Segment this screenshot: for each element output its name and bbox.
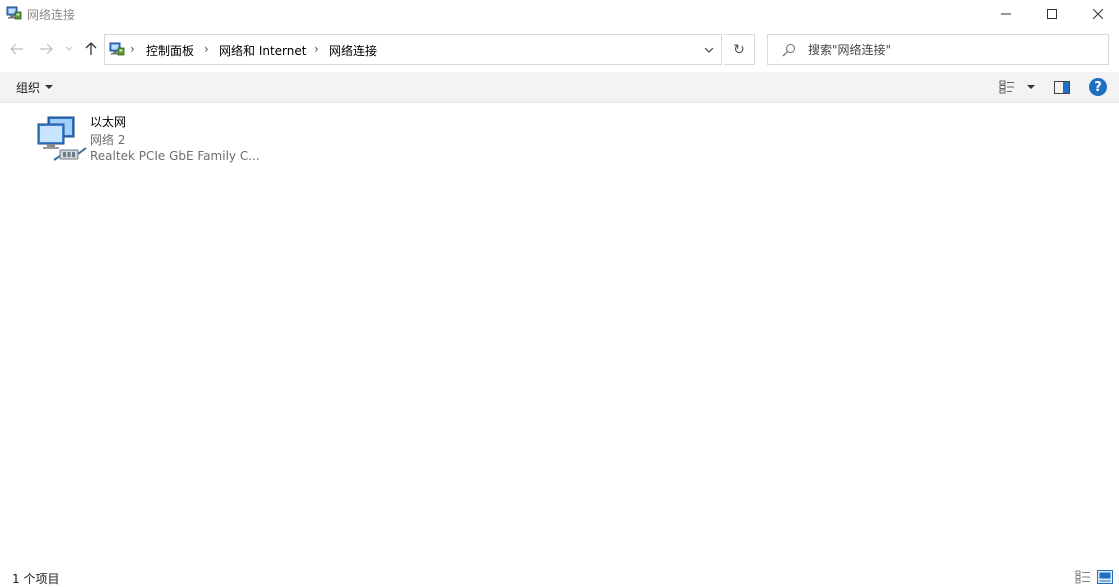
- maximize-button[interactable]: [1029, 0, 1075, 28]
- help-button[interactable]: ?: [1087, 76, 1109, 98]
- address-bar[interactable]: › 控制面板 › 网络和 Internet › 网络连接: [104, 34, 722, 65]
- address-history-button[interactable]: [696, 34, 722, 65]
- minimize-icon: [1001, 13, 1011, 15]
- window-title: 网络连接: [27, 8, 76, 22]
- connections-list: 以太网 网络 2 Realtek PCIe GbE Family C...: [0, 104, 1119, 566]
- caret-down-icon: [45, 85, 54, 89]
- forward-button[interactable]: [35, 38, 57, 60]
- up-arrow-icon: [85, 42, 97, 55]
- search-box[interactable]: [767, 34, 1109, 65]
- breadcrumb-network-internet[interactable]: 网络和 Internet: [219, 42, 306, 59]
- connection-name: 以太网: [90, 115, 127, 129]
- chevron-down-icon: [704, 47, 713, 53]
- forward-arrow-icon: [40, 43, 53, 55]
- caret-down-icon: [1027, 85, 1035, 89]
- title-bar: 网络连接: [0, 0, 1119, 28]
- control-panel-icon: [109, 42, 125, 56]
- ethernet-adapter-icon: [37, 116, 87, 161]
- command-bar: 组织 ?: [0, 72, 1119, 103]
- view-options-icon: [999, 80, 1014, 94]
- refresh-icon: ↻: [733, 41, 745, 58]
- network-connections-icon: [6, 6, 22, 20]
- maximize-icon: [1047, 9, 1057, 19]
- organize-button[interactable]: 组织: [10, 76, 59, 98]
- breadcrumb-network-connections[interactable]: 网络连接: [329, 42, 377, 59]
- chevron-down-icon: [65, 46, 73, 51]
- recent-locations-button[interactable]: [62, 38, 76, 60]
- change-view-button[interactable]: [995, 76, 1039, 98]
- connection-device: Realtek PCIe GbE Family C...: [90, 149, 260, 163]
- preview-pane-button[interactable]: [1050, 76, 1074, 98]
- refresh-button[interactable]: ↻: [724, 34, 755, 65]
- breadcrumb-separator-icon[interactable]: ›: [130, 42, 135, 56]
- connection-network: 网络 2: [90, 133, 126, 147]
- item-count: 1 个项目: [12, 572, 60, 586]
- search-icon: [782, 43, 796, 57]
- details-view-icon[interactable]: [1075, 570, 1091, 584]
- preview-pane-icon: [1054, 80, 1070, 94]
- organize-label: 组织: [16, 80, 41, 95]
- search-input[interactable]: [808, 36, 1098, 63]
- minimize-button[interactable]: [983, 0, 1029, 28]
- connection-item-ethernet[interactable]: 以太网 网络 2 Realtek PCIe GbE Family C...: [32, 112, 272, 170]
- breadcrumb-separator-icon[interactable]: ›: [314, 42, 319, 56]
- up-button[interactable]: [80, 38, 102, 60]
- close-button[interactable]: [1075, 0, 1119, 28]
- breadcrumb-control-panel[interactable]: 控制面板: [146, 42, 194, 59]
- back-arrow-icon: [10, 43, 23, 55]
- breadcrumb-separator-icon[interactable]: ›: [204, 42, 209, 56]
- large-icons-view-icon[interactable]: [1097, 570, 1113, 584]
- help-icon: ?: [1089, 78, 1107, 96]
- close-icon: [1093, 9, 1103, 19]
- back-button[interactable]: [6, 38, 28, 60]
- status-bar: 1 个项目: [0, 566, 1119, 587]
